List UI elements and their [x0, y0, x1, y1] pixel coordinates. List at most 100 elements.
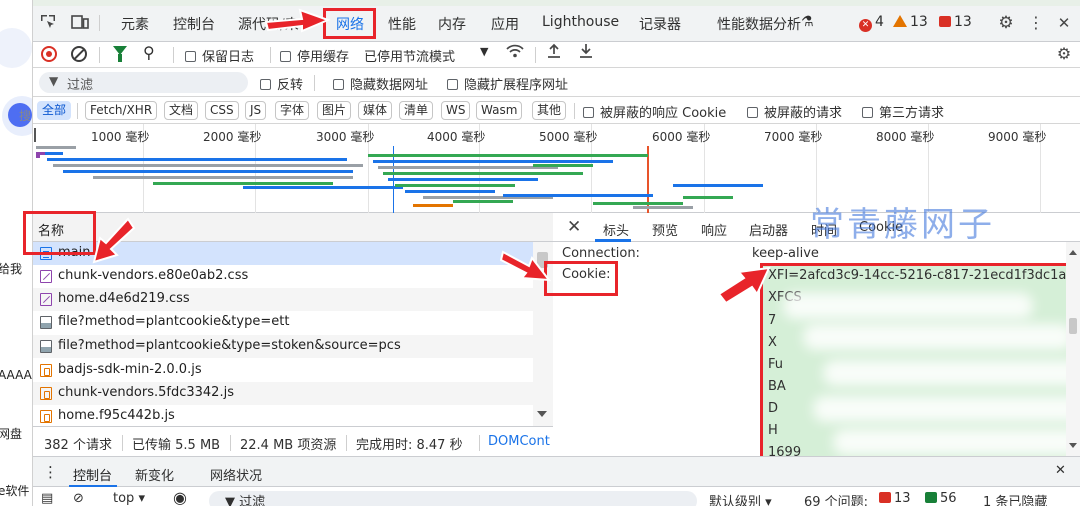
more-options-icon[interactable]: ⋮ [1027, 14, 1045, 32]
table-row[interactable]: chunk-vendors.5fdc3342.js [33, 382, 533, 405]
scroll-down-arrow-icon[interactable] [537, 411, 547, 417]
issues-label[interactable]: 69 个问题: [804, 491, 868, 506]
overview-tick-label: 9000 毫秒 [988, 130, 1047, 144]
sidebar-toggle-icon[interactable]: ▤ [41, 491, 53, 506]
search-icon[interactable]: ⚲ [143, 43, 155, 62]
type-filter-img[interactable]: 图片 [317, 101, 352, 120]
table-row[interactable]: chunk-vendors.e80e0ab2.css [33, 265, 533, 288]
info-count-badge[interactable]: 13 [939, 14, 972, 30]
type-filter-fetch-xhr[interactable]: Fetch/XHR [85, 101, 158, 120]
issues-errors[interactable]: 13 [879, 491, 911, 506]
connection-header-label: Connection: [562, 246, 640, 261]
console-toolbar: ▤ ⊘ top ▾ ◉ ▼ 过滤 默认级别 ▾ 69 个问题: 13 56 1 … [33, 487, 1080, 506]
error-count-badge[interactable]: ✕ 4 [859, 14, 884, 32]
console-filter-input[interactable]: ▼ 过滤 [209, 491, 697, 506]
invert-label: 反转 [277, 78, 304, 93]
tab-headers[interactable]: 标头 [603, 220, 629, 239]
separator [314, 75, 315, 91]
overview-request-bar [368, 154, 648, 157]
table-row[interactable]: file?method=plantcookie&type=stoken&sour… [33, 335, 533, 358]
cookie-line: X [768, 335, 777, 350]
third-party-checkbox[interactable]: 第三方请求 [862, 102, 944, 121]
warning-count-badge[interactable]: 13 [893, 14, 928, 30]
tab-response[interactable]: 响应 [701, 220, 727, 239]
drawer-tab-console[interactable]: 控制台 [73, 465, 112, 484]
hide-data-urls-checkbox[interactable]: 隐藏数据网址 [333, 74, 428, 93]
script-file-icon [40, 410, 52, 423]
close-drawer-icon[interactable]: ✕ [1055, 463, 1066, 478]
type-filter-js[interactable]: JS [245, 101, 267, 120]
checkbox-box [862, 107, 873, 118]
dropdown-arrow-icon[interactable]: ▼ [480, 45, 488, 58]
info-count: 13 [954, 14, 972, 30]
drawer-menu-icon[interactable]: ⋮ [43, 463, 58, 481]
tab-performance-insights[interactable]: 性能数据分析 [717, 14, 801, 34]
network-conditions-icon[interactable] [506, 43, 524, 63]
type-filter-font[interactable]: 字体 [275, 101, 310, 120]
close-detail-icon[interactable]: ✕ [567, 217, 581, 237]
blocked-requests-checkbox[interactable]: 被屏蔽的请求 [747, 102, 842, 121]
network-settings-gear-icon[interactable]: ⚙ [1055, 45, 1073, 63]
tab-initiator[interactable]: 启动器 [749, 220, 788, 239]
tab-elements[interactable]: 元素 [121, 14, 149, 34]
drawer-tab-network-conditions[interactable]: 网络状况 [210, 465, 262, 484]
type-filter-other[interactable]: 其他 [532, 101, 567, 120]
overview-tick-label: 3000 毫秒 [316, 130, 375, 144]
inspect-element-icon[interactable] [39, 14, 57, 32]
type-filter-media[interactable]: 媒体 [358, 101, 393, 120]
hide-extension-urls-checkbox[interactable]: 隐藏扩展程序网址 [447, 74, 568, 93]
tab-recorder[interactable]: 记录器 [639, 14, 681, 34]
drawer-tab-whats-new[interactable]: 新变化 [135, 465, 174, 484]
clear-console-icon[interactable]: ⊘ [73, 491, 84, 506]
detail-scrollbar[interactable] [1066, 242, 1080, 456]
record-button[interactable] [41, 46, 57, 62]
scroll-down-arrow-icon[interactable] [1069, 443, 1077, 448]
disable-cache-checkbox[interactable]: 停用缓存 [280, 46, 349, 65]
log-level-select[interactable]: 默认级别 ▾ [709, 491, 772, 506]
context-select[interactable]: top ▾ [113, 491, 145, 506]
settings-gear-icon[interactable]: ⚙ [997, 14, 1015, 32]
tab-lighthouse[interactable]: Lighthouse [542, 14, 619, 30]
tab-performance[interactable]: 性能 [388, 14, 416, 34]
type-filter-css[interactable]: CSS [205, 101, 239, 120]
filter-input[interactable]: ▼ 过滤 [39, 72, 248, 93]
throttle-select[interactable]: 已停用节流模式 [364, 46, 455, 65]
invert-checkbox[interactable]: 反转 [260, 74, 303, 93]
eye-icon[interactable]: ◉ [173, 488, 187, 506]
type-filter-doc[interactable]: 文档 [164, 101, 199, 120]
type-filter-wasm[interactable]: Wasm [476, 101, 523, 120]
table-row[interactable]: home.f95c442b.js [33, 405, 533, 428]
type-filter-manifest[interactable]: 清单 [399, 101, 434, 120]
issues-info[interactable]: 56 [925, 491, 957, 506]
scrollbar-thumb[interactable] [1069, 318, 1077, 334]
tab-memory[interactable]: 内存 [438, 14, 466, 34]
preserve-log-checkbox[interactable]: 保留日志 [185, 46, 254, 65]
issues-info-count: 56 [940, 491, 957, 506]
page-text-5: e软件 [0, 484, 30, 498]
import-har-icon[interactable] [547, 43, 561, 63]
request-detail-panel: ✕ 标头 预览 响应 启动器 时间 Cookie Connection: kee… [553, 213, 1080, 462]
filter-funnel-icon[interactable] [113, 46, 127, 62]
type-filter-ws[interactable]: WS [441, 101, 471, 120]
table-row[interactable]: file?method=plantcookie&type=ett [33, 311, 533, 334]
type-filter-all[interactable]: 全部 [37, 101, 72, 120]
export-har-icon[interactable] [579, 43, 593, 63]
checkbox-box [447, 79, 458, 90]
hide-data-urls-label: 隐藏数据网址 [350, 78, 429, 93]
tab-preview[interactable]: 预览 [652, 220, 678, 239]
device-toolbar-icon[interactable] [71, 14, 89, 32]
table-row[interactable]: badjs-sdk-min-2.0.0.js [33, 359, 533, 382]
redaction-blur [833, 429, 1069, 455]
clear-button[interactable] [71, 46, 87, 62]
table-row[interactable]: home.d4e6d219.css [33, 288, 533, 311]
tab-application[interactable]: 应用 [491, 14, 519, 34]
overview-request-bar [593, 202, 683, 205]
overview-request-bar [673, 184, 763, 187]
tab-console[interactable]: 控制台 [173, 14, 215, 34]
cookie-line: XFI=2afcd3c9-14cc-5216-c817-21ecd1f3dc1a… [768, 268, 1071, 283]
scroll-up-arrow-icon[interactable] [1069, 250, 1077, 255]
close-devtools-icon[interactable]: ✕ [1055, 14, 1073, 32]
overview-request-bar [533, 164, 593, 167]
cookie-header-value: XFI=2afcd3c9-14cc-5216-c817-21ecd1f3dc1a… [760, 263, 1072, 462]
blocked-cookies-checkbox[interactable]: 被屏蔽的响应 Cookie [583, 102, 726, 121]
